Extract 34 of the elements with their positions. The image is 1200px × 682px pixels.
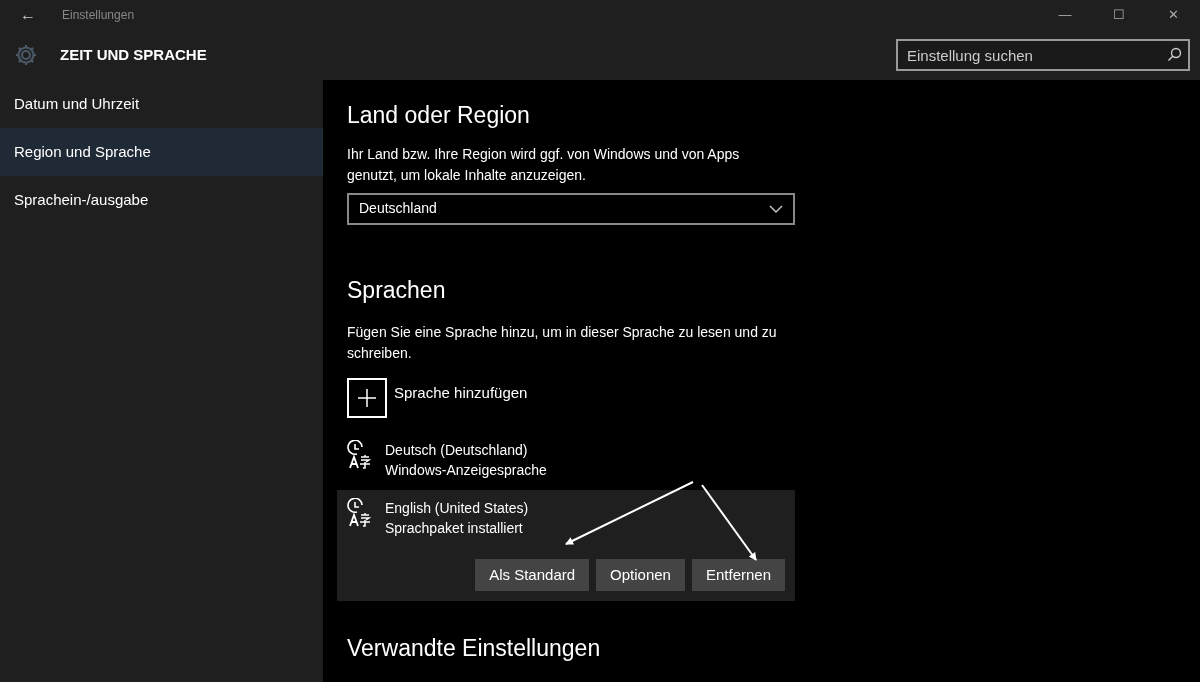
- add-language-label: Sprache hinzufügen: [394, 382, 528, 403]
- section-heading: Sprachen: [347, 276, 447, 305]
- language-action-button[interactable]: Optionen: [596, 559, 685, 592]
- close-button[interactable]: ✕: [1146, 5, 1200, 25]
- description-text: Ihr Land bzw. Ihre Region wird ggf. von Windows und von Apps genutzt, um lokale Inhalte anzuzeigen.: [347, 144, 741, 185]
- sidebar-item[interactable]: Region und Sprache: [0, 128, 323, 176]
- language-status: Windows-Anzeigesprache: [385, 461, 547, 481]
- minimize-button[interactable]: —: [1038, 5, 1092, 25]
- back-button[interactable]: ←: [0, 3, 56, 27]
- sidebar-item[interactable]: Datum und Uhrzeit: [0, 80, 323, 128]
- country-dropdown[interactable]: Deutschland: [347, 192, 795, 225]
- chevron-down-icon: [769, 204, 783, 213]
- sidebar-item[interactable]: Sprachein-/ausgabe: [0, 176, 323, 224]
- search-field[interactable]: Einstellung suchen: [896, 39, 1190, 71]
- language-icon: [347, 440, 371, 471]
- language-icon: [347, 498, 371, 529]
- language-action-button[interactable]: Als Standard: [475, 559, 590, 592]
- settings-icon: [14, 43, 38, 67]
- window-title: Einstellungen: [62, 7, 135, 24]
- language-name: English (United States): [385, 499, 529, 519]
- maximize-button[interactable]: ☐: [1092, 5, 1146, 25]
- add-button[interactable]: [347, 378, 387, 419]
- language-item[interactable]: English (United States) Sprachpaket installiert Als Standard Optionen Entfernen: [337, 490, 795, 602]
- section-heading: Verwandte Einstellungen: [347, 635, 602, 663]
- language-status: Sprachpaket installiert: [385, 519, 524, 539]
- section-heading: Land oder Region: [347, 102, 531, 130]
- plus-icon: [358, 389, 376, 408]
- language-name: Deutsch (Deutschland): [385, 441, 529, 461]
- search-icon: [1167, 47, 1182, 62]
- description-text: Fügen Sie eine Sprache hinzu, um in dieser Sprache zu lesen und zu schreiben.: [347, 323, 777, 364]
- language-action-button[interactable]: Entfernen: [691, 559, 785, 592]
- dropdown-value: Deutschland: [359, 199, 438, 219]
- language-item[interactable]: Deutsch (Deutschland) Windows-Anzeigesprache: [337, 432, 795, 491]
- section-title: ZEIT UND SPRACHE: [60, 44, 207, 65]
